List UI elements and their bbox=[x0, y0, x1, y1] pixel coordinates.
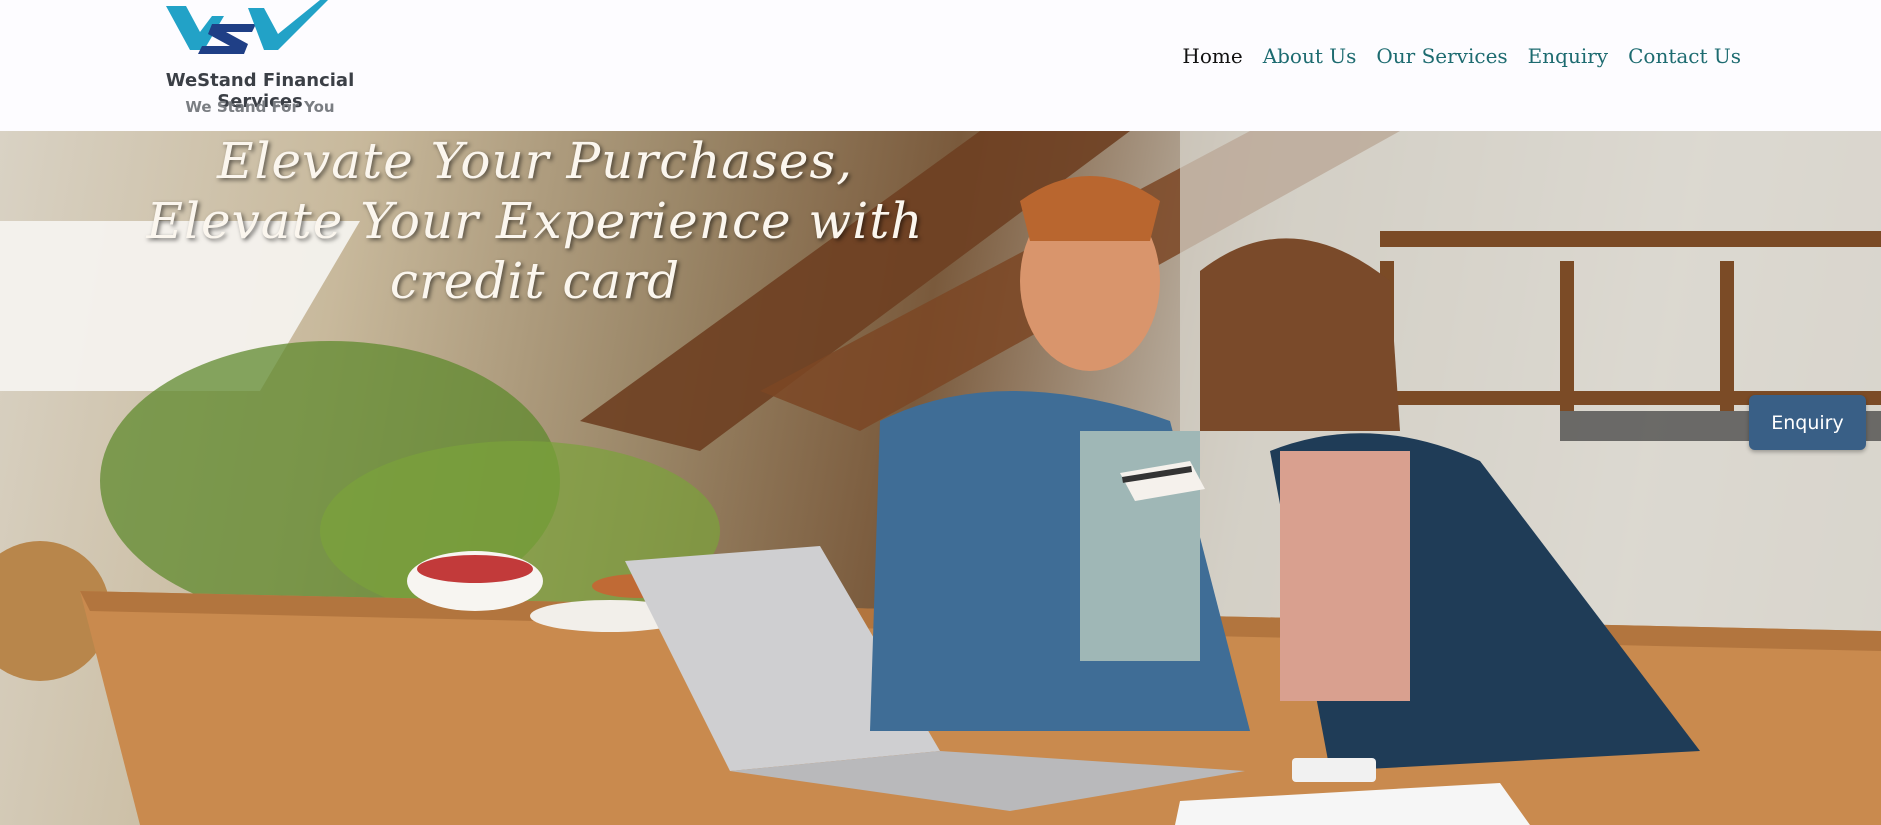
brand-logo[interactable]: WeStand Financial Services We Stand For … bbox=[130, 0, 390, 125]
nav-home[interactable]: Home bbox=[1182, 44, 1242, 68]
nav-contact-us[interactable]: Contact Us bbox=[1628, 44, 1741, 68]
hero-banner: Elevate Your Purchases, Elevate Your Exp… bbox=[0, 131, 1881, 825]
hero-headline: Elevate Your Purchases, Elevate Your Exp… bbox=[100, 131, 970, 311]
site-header: WeStand Financial Services We Stand For … bbox=[0, 0, 1881, 131]
nav-about-us[interactable]: About Us bbox=[1263, 44, 1357, 68]
floating-enquiry-button[interactable]: Enquiry bbox=[1749, 395, 1866, 450]
nav-enquiry[interactable]: Enquiry bbox=[1528, 44, 1608, 68]
headline-line-2: Elevate Your Experience with bbox=[146, 192, 924, 250]
main-nav: Home About Us Our Services Enquiry Conta… bbox=[1182, 44, 1741, 68]
wsv-logo-icon bbox=[166, 0, 328, 54]
brand-tagline: We Stand For You bbox=[185, 98, 335, 116]
headline-line-3: credit card bbox=[389, 252, 681, 310]
nav-our-services[interactable]: Our Services bbox=[1376, 44, 1507, 68]
headline-line-1: Elevate Your Purchases, bbox=[216, 132, 854, 190]
